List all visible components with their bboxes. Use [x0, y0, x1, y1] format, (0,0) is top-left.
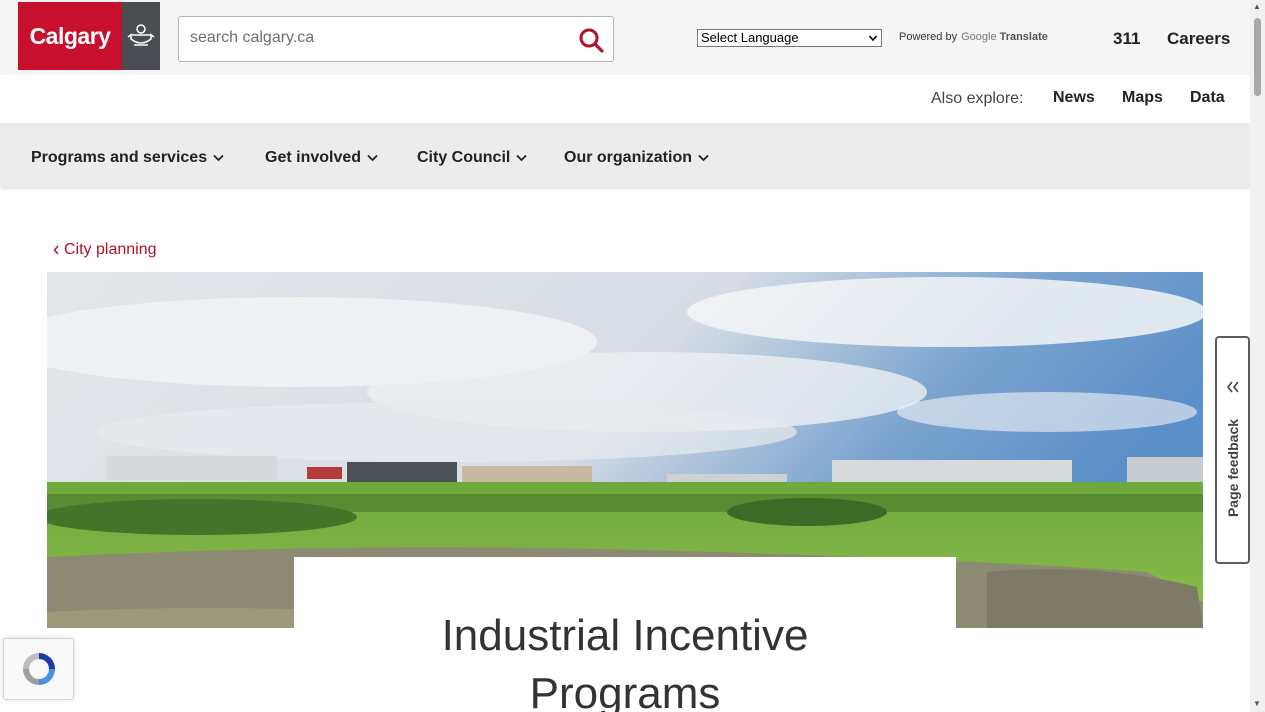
breadcrumb[interactable]: City planning — [53, 241, 157, 259]
page-feedback-label: Page feedback — [1224, 418, 1241, 518]
powered-by-label: Powered by — [899, 31, 958, 43]
google-logo: Google — [961, 31, 997, 43]
chevron-left-icon — [53, 245, 59, 255]
nav-item-label: Our organization — [564, 149, 692, 166]
recaptcha-badge[interactable] — [3, 638, 74, 700]
also-explore-label: Also explore: — [931, 90, 1024, 107]
city-crest-icon — [122, 2, 160, 70]
main-navigation: Programs and services Get involved City … — [0, 123, 1250, 187]
top-bar: Calgary Select Language Powered byGoogle… — [0, 0, 1250, 75]
title-card: Industrial Incentive Programs — [294, 557, 956, 712]
search-icon[interactable] — [578, 27, 604, 53]
recaptcha-icon — [22, 653, 55, 685]
chevron-down-icon — [367, 154, 378, 162]
scroll-up-arrow-icon[interactable]: ▲ — [1253, 2, 1261, 11]
vertical-scrollbar[interactable]: ▲ ▼ — [1250, 0, 1265, 712]
explore-link-data[interactable]: Data — [1190, 89, 1225, 107]
nav-programs-and-services[interactable]: Programs and services — [31, 149, 224, 167]
explore-link-news[interactable]: News — [1053, 89, 1095, 107]
chevron-down-icon — [868, 35, 878, 42]
nav-item-label: Programs and services — [31, 149, 208, 166]
nav-city-council[interactable]: City Council — [417, 149, 527, 167]
chevron-down-icon — [213, 154, 224, 162]
translate-label: Translate — [999, 31, 1048, 43]
nav-item-label: City Council — [417, 149, 511, 166]
language-select-value: Select Language — [701, 30, 799, 45]
page-title: Industrial Incentive Programs — [294, 607, 956, 712]
language-select[interactable]: Select Language — [697, 29, 882, 47]
chevron-down-icon — [516, 154, 527, 162]
search-box — [178, 16, 614, 62]
page-title-line-2: Programs — [529, 669, 721, 712]
search-input[interactable] — [190, 29, 560, 47]
explore-link-maps[interactable]: Maps — [1122, 89, 1163, 107]
link-careers[interactable]: Careers — [1167, 29, 1230, 49]
breadcrumb-link-city-planning[interactable]: City planning — [64, 241, 157, 259]
nav-item-label: Get involved — [265, 149, 362, 166]
scroll-down-arrow-icon[interactable]: ▼ — [1253, 699, 1261, 708]
nav-our-organization[interactable]: Our organization — [564, 149, 709, 167]
chevron-down-icon — [698, 154, 709, 162]
link-311[interactable]: 311 — [1113, 29, 1140, 49]
nav-get-involved[interactable]: Get involved — [265, 149, 378, 167]
logo-wordmark: Calgary — [18, 2, 122, 70]
page-feedback-button[interactable]: Page feedback — [1215, 336, 1250, 564]
page-title-line-1: Industrial Incentive — [441, 611, 809, 660]
double-chevron-left-icon — [1226, 381, 1239, 393]
scrollbar-thumb[interactable] — [1254, 18, 1261, 96]
powered-by-google-translate: Powered by Google Translate — [899, 31, 1048, 43]
calgary-logo[interactable]: Calgary — [18, 2, 160, 70]
